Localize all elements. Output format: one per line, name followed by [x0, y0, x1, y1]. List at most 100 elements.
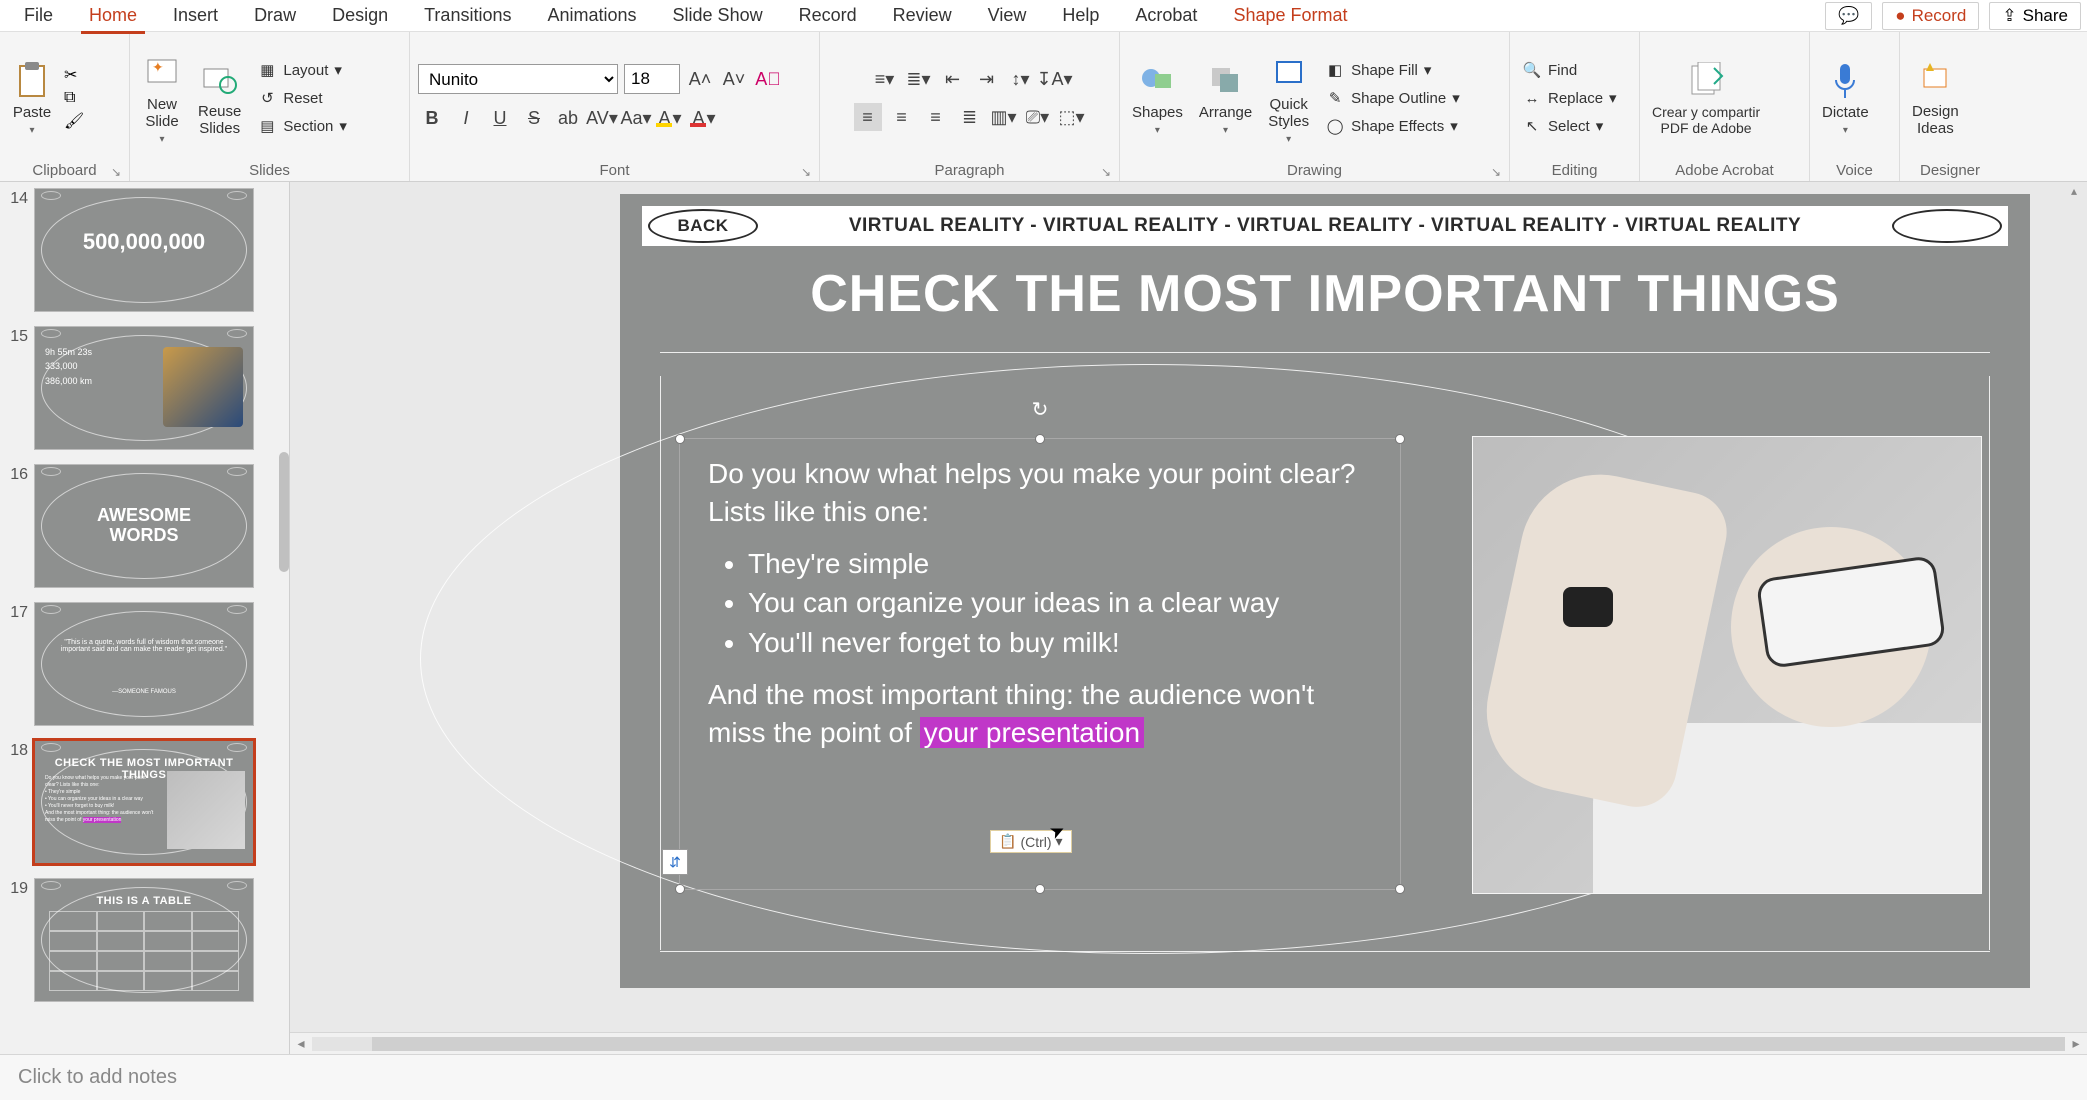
paste-button[interactable]: Paste▾ [8, 58, 56, 138]
drawing-launcher-icon[interactable]: ↘ [1491, 165, 1501, 179]
tab-shape-format[interactable]: Shape Format [1215, 0, 1365, 32]
bold-button[interactable]: B [418, 104, 446, 132]
handle-ne[interactable] [1395, 434, 1405, 444]
tab-home[interactable]: Home [71, 0, 155, 32]
replace-button[interactable]: ↔Replace ▾ [1518, 86, 1621, 110]
tab-review[interactable]: Review [875, 0, 970, 32]
reset-button[interactable]: ↺Reset [253, 86, 351, 110]
copy-button[interactable]: ⧉ [64, 89, 84, 107]
justify-button[interactable]: ≣ [956, 103, 984, 131]
line-spacing-button[interactable]: ↕▾ [1007, 65, 1035, 93]
thumb-scrollbar[interactable] [279, 452, 289, 572]
tab-draw[interactable]: Draw [236, 0, 314, 32]
thumbnail-panel[interactable]: 14 500,000,000 15 9h 55m 23s333,000386,0… [0, 182, 290, 1054]
slide-image[interactable] [1472, 436, 1982, 894]
align-right-button[interactable]: ≡ [922, 103, 950, 131]
bullet-3[interactable]: You'll never forget to buy milk! [748, 624, 1372, 662]
canvas-scroll-up[interactable]: ▴ [2063, 184, 2085, 198]
tab-design[interactable]: Design [314, 0, 406, 32]
reuse-slides-button[interactable]: Reuse Slides [194, 57, 245, 139]
layout-button[interactable]: ▦Layout ▾ [253, 58, 351, 82]
bullet-list[interactable]: They're simple You can organize your ide… [748, 545, 1372, 662]
tab-file[interactable]: File [6, 0, 71, 32]
shadow-button[interactable]: ab [554, 104, 582, 132]
bullet-1[interactable]: They're simple [748, 545, 1372, 583]
shape-fill-button[interactable]: ◧Shape Fill ▾ [1321, 58, 1464, 82]
text-direction-button[interactable]: ↧A▾ [1041, 65, 1069, 93]
font-launcher-icon[interactable]: ↘ [801, 165, 811, 179]
back-button[interactable]: BACK [648, 209, 758, 243]
handle-n[interactable] [1035, 434, 1045, 444]
decrease-font-button[interactable]: A˅ [720, 65, 748, 93]
format-painter-button[interactable]: 🖌 [64, 111, 84, 131]
thumb-18[interactable]: 18 CHECK THE MOST IMPORTANT THINGS Do yo… [4, 740, 285, 864]
record-button[interactable]: ●Record [1882, 2, 1979, 30]
paragraph-launcher-icon[interactable]: ↘ [1101, 165, 1111, 179]
shape-effects-button[interactable]: ◯Shape Effects ▾ [1321, 114, 1464, 138]
notes-pane[interactable]: Click to add notes [0, 1054, 2087, 1100]
increase-indent-button[interactable]: ⇥ [973, 65, 1001, 93]
handle-sw[interactable] [675, 884, 685, 894]
thumb-16[interactable]: 16 AWESOME WORDS [4, 464, 285, 588]
hscroll-right[interactable]: ▸ [2065, 1035, 2087, 1052]
underline-button[interactable]: U [486, 104, 514, 132]
bullet-2[interactable]: You can organize your ideas in a clear w… [748, 584, 1372, 622]
change-case-button[interactable]: Aa▾ [622, 104, 650, 132]
autofit-options-button[interactable]: ⇵ [662, 849, 688, 875]
share-button[interactable]: ⇪Share [1989, 2, 2081, 30]
font-name-select[interactable]: Nunito [418, 64, 618, 94]
thumb-19[interactable]: 19 THIS IS A TABLE [4, 878, 285, 1002]
comments-button[interactable]: 💬 [1825, 2, 1872, 30]
section-button[interactable]: ▤Section ▾ [253, 114, 351, 138]
tab-view[interactable]: View [970, 0, 1045, 32]
tab-insert[interactable]: Insert [155, 0, 236, 32]
highlighted-text[interactable]: your presentation [920, 717, 1144, 748]
tab-animations[interactable]: Animations [529, 0, 654, 32]
align-text-button[interactable]: ⎚▾ [1024, 103, 1052, 131]
italic-button[interactable]: I [452, 104, 480, 132]
handle-nw[interactable] [675, 434, 685, 444]
char-spacing-button[interactable]: AV▾ [588, 104, 616, 132]
arrange-button[interactable]: Arrange▾ [1195, 58, 1256, 138]
align-left-button[interactable]: ≡ [854, 103, 882, 131]
hscroll-thumb[interactable] [372, 1037, 2065, 1051]
numbering-button[interactable]: ≣▾ [905, 65, 933, 93]
select-button[interactable]: ↖Select ▾ [1518, 114, 1621, 138]
shapes-button[interactable]: Shapes▾ [1128, 58, 1187, 138]
tab-acrobat[interactable]: Acrobat [1117, 0, 1215, 32]
strikethrough-button[interactable]: S [520, 104, 548, 132]
tab-slideshow[interactable]: Slide Show [655, 0, 781, 32]
dictate-button[interactable]: Dictate▾ [1818, 58, 1873, 138]
cut-button[interactable]: ✂ [64, 65, 84, 85]
design-ideas-button[interactable]: Design Ideas [1908, 57, 1963, 139]
horizontal-scrollbar[interactable]: ◂ ▸ [290, 1032, 2087, 1054]
tab-help[interactable]: Help [1044, 0, 1117, 32]
handle-s[interactable] [1035, 884, 1045, 894]
align-center-button[interactable]: ≡ [888, 103, 916, 131]
outro-text[interactable]: And the most important thing: the audien… [708, 676, 1372, 752]
slide-canvas[interactable]: BACK VIRTUAL REALITY - VIRTUAL REALITY -… [620, 194, 2030, 988]
new-slide-button[interactable]: ✦ New Slide▾ [138, 50, 186, 147]
smartart-button[interactable]: ⬚▾ [1058, 103, 1086, 131]
shape-outline-button[interactable]: ✎Shape Outline ▾ [1321, 86, 1464, 110]
adobe-pdf-button[interactable]: Crear y compartir PDF de Adobe [1648, 58, 1764, 138]
increase-font-button[interactable]: A˄ [686, 65, 714, 93]
decrease-indent-button[interactable]: ⇤ [939, 65, 967, 93]
font-color-button[interactable]: A▾ [690, 104, 718, 132]
handle-se[interactable] [1395, 884, 1405, 894]
hscroll-left[interactable]: ◂ [290, 1035, 312, 1052]
clipboard-launcher-icon[interactable]: ↘ [111, 165, 121, 179]
thumb-14[interactable]: 14 500,000,000 [4, 188, 285, 312]
find-button[interactable]: 🔍Find [1518, 58, 1621, 82]
thumb-15[interactable]: 15 9h 55m 23s333,000386,000 km [4, 326, 285, 450]
tab-record[interactable]: Record [781, 0, 875, 32]
tab-transitions[interactable]: Transitions [406, 0, 529, 32]
intro-text[interactable]: Do you know what helps you make your poi… [708, 455, 1372, 531]
thumb-17[interactable]: 17 "This is a quote, words full of wisdo… [4, 602, 285, 726]
body-text-box[interactable]: ↻ Do you know what helps you make your p… [680, 439, 1400, 889]
bullets-button[interactable]: ≡▾ [871, 65, 899, 93]
columns-button[interactable]: ▥▾ [990, 103, 1018, 131]
quick-styles-button[interactable]: Quick Styles▾ [1264, 50, 1313, 147]
highlight-color-button[interactable]: A▾ [656, 104, 684, 132]
slide-title[interactable]: CHECK THE MOST IMPORTANT THINGS [660, 264, 1990, 324]
